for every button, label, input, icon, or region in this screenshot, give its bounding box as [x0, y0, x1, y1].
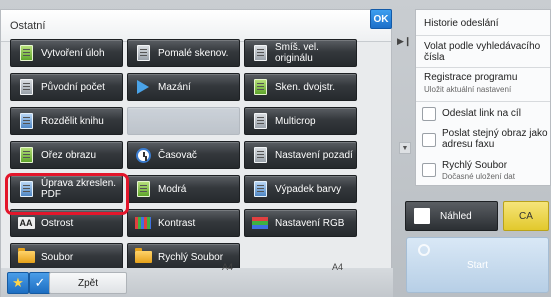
send-same-image-checkbox[interactable]	[422, 133, 436, 147]
erase-button[interactable]: Mazání	[127, 73, 240, 101]
erase-icon	[134, 78, 152, 96]
paper-size-right: A4	[332, 262, 344, 272]
back-button[interactable]: Zpět	[49, 272, 127, 294]
multicrop-icon	[251, 112, 269, 130]
book-divide-icon	[17, 112, 35, 130]
paper-size-left: A4	[222, 262, 234, 272]
send-link-checkbox[interactable]	[422, 107, 436, 121]
duplex-scan-icon	[251, 78, 269, 96]
timer-button[interactable]: Časovač	[127, 141, 240, 169]
job-build-button[interactable]: Vytvoření úloh	[10, 39, 123, 67]
check-icon: ✓	[34, 275, 46, 290]
confirm-check-button[interactable]: ✓	[29, 272, 51, 294]
quick-file-checkbox[interactable]	[422, 163, 436, 177]
job-build-icon	[17, 44, 35, 62]
clear-all-button[interactable]: CA	[503, 201, 549, 231]
panel-header: Ostatní	[1, 10, 391, 42]
duplex-scan-button[interactable]: Sken. dvojstr.	[244, 73, 357, 101]
send-link-label: Odeslat link na cíl	[442, 108, 521, 119]
other-functions-panel: Ostatní OK Vytvoření úloh Pomalé skenov.…	[0, 9, 393, 297]
slow-scan-icon	[134, 44, 152, 62]
bottom-bar: ★ ✓ Zpět A4 A4	[1, 262, 393, 297]
slow-scan-button[interactable]: Pomalé skenov.	[127, 39, 240, 67]
file-button[interactable]: Soubor	[10, 243, 123, 271]
quick-file-label: Rychlý Soubor Dočasné uložení dat	[442, 160, 515, 181]
original-count-button[interactable]: Původní počet	[10, 73, 123, 101]
original-count-icon	[17, 78, 35, 96]
pdf-skew-correction-button[interactable]: Úprava zkreslen. PDF	[10, 175, 123, 203]
mixed-size-original-button[interactable]: Smíš. vel. originálu	[244, 39, 357, 67]
image-crop-button[interactable]: Ořez obrazu	[10, 141, 123, 169]
image-crop-icon	[17, 146, 35, 164]
file-icon	[17, 248, 35, 266]
color-dropout-button[interactable]: Výpadek barvy	[244, 175, 357, 203]
timer-icon	[134, 146, 152, 164]
send-same-image-label: Poslat stejný obraz jako adresu faxu	[442, 128, 548, 150]
book-divide-button[interactable]: Rozdělit knihu	[10, 107, 123, 135]
ok-button[interactable]: OK	[370, 9, 392, 29]
sharpness-button[interactable]: AA Ostrost	[10, 209, 123, 237]
contrast-icon	[134, 214, 152, 232]
rgb-icon	[251, 214, 269, 232]
color-dropout-icon	[251, 180, 269, 198]
register-program-item[interactable]: Registrace programu Uložit aktuální nast…	[416, 68, 550, 102]
preview-icon	[414, 208, 430, 224]
star-icon: ★	[12, 275, 24, 290]
favorites-star-button[interactable]: ★	[7, 272, 29, 294]
disabled-function-button	[127, 107, 240, 135]
action-panel: Historie odeslání Volat podle vyhledávac…	[415, 9, 551, 186]
pdf-skew-icon	[17, 180, 35, 198]
start-icon	[418, 244, 430, 256]
blue-button[interactable]: Modrá	[127, 175, 240, 203]
background-adjust-button[interactable]: Nastavení pozadí	[244, 141, 357, 169]
send-history-item[interactable]: Historie odeslání	[416, 10, 550, 36]
background-icon	[251, 146, 269, 164]
blue-icon	[134, 180, 152, 198]
panel-title: Ostatní	[10, 20, 46, 32]
mixed-size-icon	[251, 44, 269, 62]
preview-button[interactable]: Náhled	[405, 201, 498, 231]
screen: Ostatní OK Vytvoření úloh Pomalé skenov.…	[0, 0, 551, 297]
panel-toggle-icon[interactable]: ▶❙	[397, 36, 411, 47]
rgb-adjust-button[interactable]: Nastavení RGB	[244, 209, 357, 237]
scroll-down-icon[interactable]: ▼	[399, 142, 411, 154]
disabled-icon	[134, 112, 152, 130]
quick-file-icon	[134, 248, 152, 266]
multicrop-button[interactable]: Multicrop	[244, 107, 357, 135]
contrast-button[interactable]: Kontrast	[127, 209, 240, 237]
sharpness-icon: AA	[17, 217, 35, 229]
call-by-number-item[interactable]: Volat podle vyhledávacího čísla	[416, 36, 550, 68]
